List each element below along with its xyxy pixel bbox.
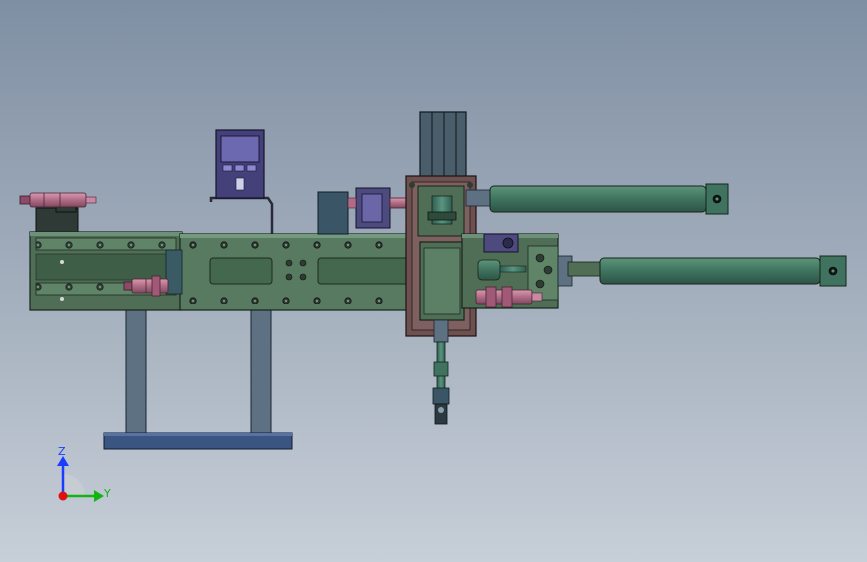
assembly-drawing: Z Y (19, 111, 847, 502)
main-frame (29, 231, 421, 311)
z-axis-label: Z (58, 445, 66, 458)
upper-pneumatic-cylinder (465, 183, 729, 215)
view-orientation-triad-icon[interactable] (57, 456, 104, 502)
lower-pneumatic-cylinder (557, 255, 847, 287)
support-stand (103, 309, 293, 450)
cad-viewport[interactable]: Z Y (0, 0, 867, 562)
valve-block (317, 187, 417, 235)
y-axis-label: Y (103, 487, 111, 500)
display-controller (209, 129, 274, 234)
left-proximity-sensor (19, 192, 97, 208)
